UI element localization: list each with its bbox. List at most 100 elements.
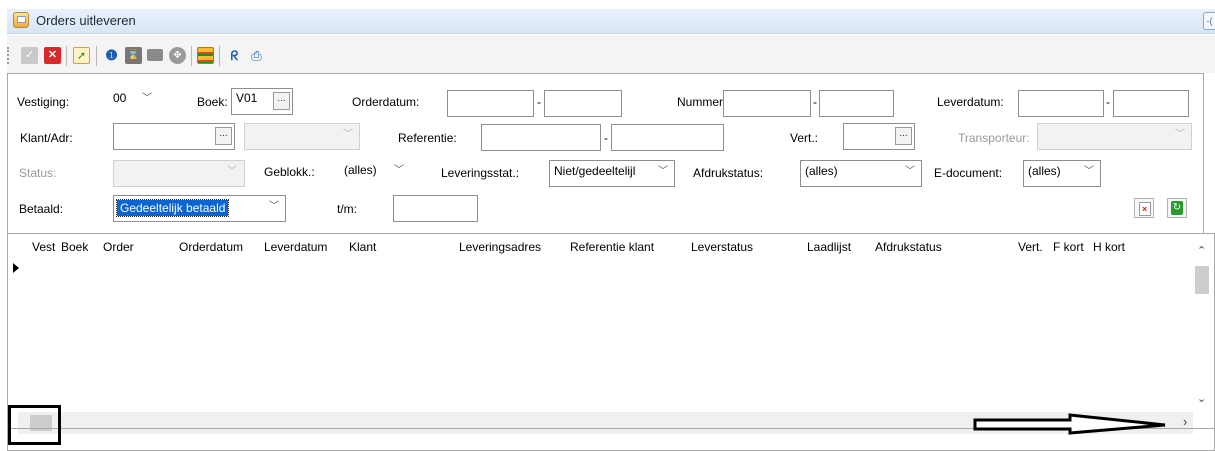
status-label: Status: [19,166,57,180]
chevron-down-icon: ﹀ [343,129,353,140]
refresh-button[interactable]: ↻ [1167,198,1187,218]
referentie-label: Referentie: [398,131,457,145]
betaald-value: Gedeeltelijk betaald [115,199,230,217]
orderdatum-from-field[interactable] [447,90,534,117]
status-select[interactable]: ﹀ [113,160,245,187]
edocument-value: (alles) [1028,164,1061,178]
vertical-scroll-thumb[interactable] [1195,266,1209,294]
check-icon[interactable]: ✓ [21,47,38,64]
leverdatum-from-field[interactable] [1018,90,1104,117]
grid-edit-icon[interactable] [197,47,214,64]
column-header-h-kort[interactable]: H kort [1093,240,1125,254]
vestiging-label: Vestiging: [17,95,70,109]
klant-lookup-button[interactable]: ... [215,127,232,145]
boek-value: V01 [236,91,258,105]
column-header-vert[interactable]: Vert. [1018,240,1043,254]
chevron-down-icon: ﹀ [658,166,668,177]
transporteur-select[interactable]: ﹀ [1037,123,1192,150]
column-header-leverdatum[interactable]: Leverdatum [264,240,327,254]
edocument-label: E-document: [934,166,1003,180]
edocument-select[interactable]: (alles) ﹀ [1023,160,1101,187]
betaald-label: Betaald: [19,202,64,216]
afdrukstatus-select[interactable]: (alles) ﹀ [800,160,922,187]
toolbar-separator [96,46,97,66]
leverdatum-label: Leverdatum: [937,95,1004,109]
boek-field[interactable]: V01 ... [231,88,293,115]
window-minimize-button[interactable]: -( [1203,12,1215,30]
klant-label: Klant/Adr: [20,131,73,145]
annotation-highlight-box [8,405,61,445]
window-title: Orders uitleveren [36,13,136,28]
scroll-down-icon[interactable]: ⌄ [1197,392,1206,405]
vestiging-select[interactable]: 00 ﹀ [109,88,159,115]
gray-block-icon[interactable] [147,49,163,61]
column-header-laadlijst[interactable]: Laadlijst [807,240,851,254]
vert-field[interactable]: ... [843,123,915,150]
tm-label: t/m: [337,202,357,216]
pin-icon[interactable]: ᖇ [226,47,243,64]
current-row-indicator-icon [13,263,19,273]
tm-field[interactable] [393,195,478,222]
clear-filter-button[interactable]: × [1134,198,1154,218]
toolbar-grip[interactable] [7,47,13,64]
chevron-down-icon: ﹀ [142,93,152,104]
chevron-down-icon: ﹀ [394,165,404,176]
column-header-orderdatum[interactable]: Orderdatum [179,240,243,254]
chevron-down-icon: ﹀ [1084,166,1094,177]
scroll-right-icon[interactable]: › [1183,414,1187,429]
export-arrow-icon[interactable]: ➚ [73,47,90,64]
leverdatum-to-field[interactable] [1113,90,1189,117]
column-header-vest[interactable]: Vest [32,240,55,254]
column-header-f-kort[interactable]: F kort [1053,240,1084,254]
referentie-to-field[interactable] [611,124,724,151]
column-header-klant[interactable]: Klant [349,240,376,254]
afdrukstatus-value: (alles) [805,164,838,178]
window-app-icon [13,12,29,28]
column-header-order[interactable]: Order [103,240,134,254]
filter-panel: Vestiging: 00 ﹀ Boek: V01 ... Orderdatum… [7,73,1204,234]
afdrukstatus-label: Afdrukstatus: [693,166,764,180]
vestiging-value: 00 [113,91,127,105]
vertical-scrollbar[interactable]: ⌃ ⌄ [1195,242,1209,410]
leveringsstat-select[interactable]: Niet/gedeeltelijl ﹀ [549,160,675,187]
column-header-referentie-klant[interactable]: Referentie klant [570,240,654,254]
cancel-x-icon[interactable]: ✕ [44,47,61,64]
column-header-leverstatus[interactable]: Leverstatus [691,240,753,254]
geblokk-value: (alles) [344,163,377,177]
hourglass-icon[interactable]: ⌛ [125,47,142,64]
save-icon[interactable]: ⎙ [248,47,265,64]
geblokk-select[interactable]: (alles) ﹀ [340,160,412,187]
nummer-dash: - [813,95,817,109]
betaald-select[interactable]: Gedeeltelijk betaald ﹀ [113,195,286,222]
adres-select[interactable]: ﹀ [244,123,360,150]
nummer-label: Nummer: [677,95,727,109]
referentie-from-field[interactable] [481,124,601,151]
column-header-afdrukstatus[interactable]: Afdrukstatus [875,240,942,254]
leveringsstat-value: Niet/gedeeltelijl [554,164,636,178]
scroll-up-icon[interactable]: ⌃ [1197,244,1206,257]
klant-field[interactable]: ... [113,123,235,150]
window-title-bar: Orders uitleveren -( [7,9,1215,34]
orderdatum-to-field[interactable] [544,90,622,117]
chevron-down-icon: ﹀ [1175,129,1185,140]
toolbar-separator [219,46,220,66]
column-header-leveringsadres[interactable]: Leveringsadres [459,240,541,254]
toolbar-separator [191,46,192,66]
toolbar-separator [66,46,67,66]
orderdatum-dash: - [537,95,541,109]
annotation-arrow-icon [973,413,1166,435]
info-icon[interactable]: ❶ [103,47,120,64]
globe-icon[interactable]: ✥ [169,47,186,64]
nummer-from-field[interactable] [723,90,811,117]
transporteur-label: Transporteur: [958,131,1030,145]
vert-label: Vert.: [790,131,819,145]
column-header-boek[interactable]: Boek [61,240,88,254]
refresh-icon: ↻ [1171,201,1183,215]
geblokk-label: Geblokk.: [264,165,315,179]
boek-lookup-button[interactable]: ... [273,92,290,110]
vert-lookup-button[interactable]: ... [895,127,912,145]
boek-label: Boek: [197,95,228,109]
chevron-down-icon: ﹀ [269,201,279,212]
nummer-to-field[interactable] [819,90,894,117]
toolbar: ✓ ✕ ➚ ❶ ⌛ ✥ ᖇ ⎙ [7,35,1215,73]
